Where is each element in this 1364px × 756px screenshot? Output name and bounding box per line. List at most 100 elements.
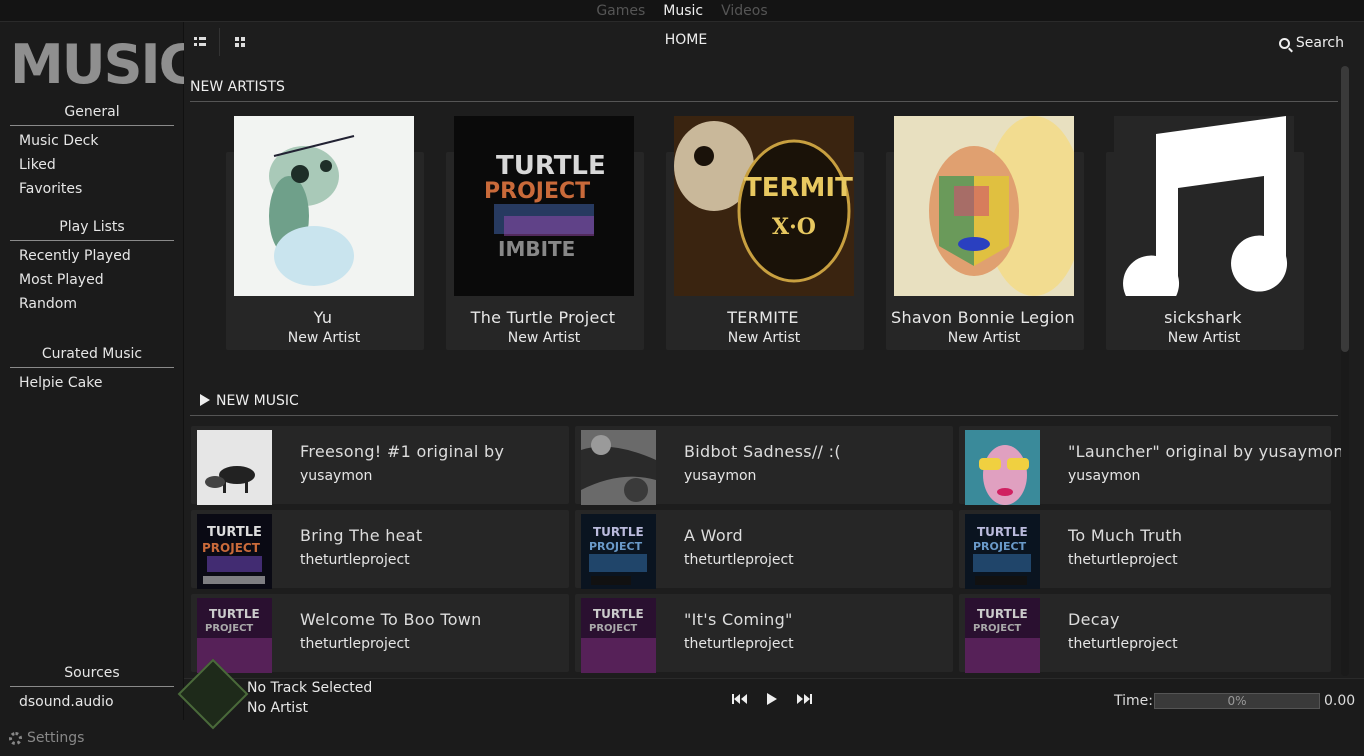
- svg-text:IMBITE: IMBITE: [498, 237, 575, 261]
- svg-text:TURTLE: TURTLE: [593, 607, 644, 621]
- progress-percent: 0%: [1227, 694, 1247, 708]
- svg-text:TURTLE: TURTLE: [977, 607, 1028, 621]
- artist-name[interactable]: TERMITE: [653, 308, 873, 327]
- track-artist: theturtleproject: [684, 552, 794, 568]
- artist-image-sickshark: [1114, 116, 1294, 296]
- artist-image-termite: TERMITE X·O: [674, 116, 854, 296]
- svg-text:TERMITE: TERMITE: [744, 173, 854, 203]
- track-title: A Word: [684, 526, 743, 545]
- tab-music[interactable]: Music: [663, 3, 703, 19]
- sidebar-item-helpie-cake[interactable]: Helpie Cake: [19, 375, 102, 391]
- track-artist: theturtleproject: [300, 552, 410, 568]
- progress-bar[interactable]: 0%: [1154, 693, 1320, 709]
- svg-text:PROJECT: PROJECT: [202, 541, 261, 555]
- track-artist: theturtleproject: [1068, 552, 1178, 568]
- tab-games[interactable]: Games: [596, 3, 645, 19]
- previous-track-icon[interactable]: [732, 693, 748, 705]
- svg-text:TURTLE: TURTLE: [593, 525, 644, 539]
- track-cover: TURTLE PROJECT: [965, 514, 1040, 589]
- sidebar-item-music-deck[interactable]: Music Deck: [19, 133, 98, 149]
- track-cover: TURTLE PROJECT: [581, 514, 656, 589]
- artist-image-yu: [234, 116, 414, 296]
- track-cover: TURTLE PROJECT: [581, 598, 656, 673]
- svg-text:PROJECT: PROJECT: [973, 623, 1021, 634]
- track-artist: theturtleproject: [684, 636, 794, 652]
- svg-text:TURTLE: TURTLE: [977, 525, 1028, 539]
- track-item[interactable]: TURTLE PROJECT To Much Truth theturtlepr…: [959, 510, 1331, 589]
- sidebar-item-liked[interactable]: Liked: [19, 157, 56, 173]
- settings-label: Settings: [27, 730, 85, 746]
- artist-subtitle: New Artist: [287, 330, 361, 346]
- main-scrollbar[interactable]: [1341, 66, 1349, 676]
- new-music-heading[interactable]: NEW MUSIC: [190, 393, 1338, 416]
- svg-text:X·O: X·O: [772, 214, 816, 240]
- time-value: 0.00: [1324, 693, 1356, 709]
- artist-image-shavon: [894, 116, 1074, 296]
- svg-text:PROJECT: PROJECT: [589, 623, 637, 634]
- track-item[interactable]: TURTLE PROJECT "It's Coming" theturtlepr…: [575, 594, 953, 673]
- track-item[interactable]: TURTLE PROJECT A Word theturtleproject: [575, 510, 953, 589]
- sidebar-item-most-played[interactable]: Most Played: [19, 272, 104, 288]
- now-playing-artist: No Artist: [247, 700, 308, 716]
- music-logo: MUSIC: [10, 33, 198, 96]
- sidebar-section-curated-music: Curated Music: [10, 346, 174, 368]
- play-button-icon[interactable]: [766, 693, 778, 705]
- artist-name[interactable]: Yu: [213, 308, 433, 327]
- sidebar-item-random[interactable]: Random: [19, 296, 77, 312]
- page-title: HOME: [664, 32, 708, 48]
- track-title: Welcome To Boo Town: [300, 610, 482, 629]
- play-icon: [200, 394, 210, 406]
- track-artist: yusaymon: [300, 468, 373, 484]
- svg-text:PROJECT: PROJECT: [205, 623, 253, 634]
- sidebar-item-dsound-audio[interactable]: dsound.audio: [19, 694, 114, 710]
- track-item[interactable]: Freesong! #1 original by yusaymon: [191, 426, 569, 505]
- track-cover: TURTLE PROJECT: [965, 598, 1040, 673]
- track-artist: yusaymon: [1068, 468, 1141, 484]
- artist-subtitle: New Artist: [947, 330, 1021, 346]
- artist-name[interactable]: Shavon Bonnie Legion: [873, 308, 1093, 327]
- track-artist: theturtleproject: [300, 636, 410, 652]
- track-title: Bring The heat: [300, 526, 423, 545]
- search-button[interactable]: Search: [1278, 35, 1344, 51]
- artist-subtitle: New Artist: [507, 330, 581, 346]
- track-item[interactable]: TURTLE PROJECT Decay theturtleproject: [959, 594, 1331, 673]
- track-item[interactable]: TURTLE PROJECT Welcome To Boo Town thetu…: [191, 594, 569, 673]
- artist-name[interactable]: The Turtle Project: [433, 308, 653, 327]
- artist-name[interactable]: sickshark: [1093, 308, 1313, 327]
- sidebar-section-play-lists: Play Lists: [10, 219, 174, 241]
- sidebar: MUSIC General Music Deck Liked Favorites…: [0, 22, 198, 720]
- track-cover: [197, 430, 272, 505]
- sidebar-section-general: General: [10, 104, 174, 126]
- track-title: "Launcher" original by yusaymon: [1068, 442, 1344, 461]
- new-artists-heading: NEW ARTISTS: [190, 79, 1338, 102]
- track-title: To Much Truth: [1068, 526, 1183, 545]
- track-title: Decay: [1068, 610, 1120, 629]
- sidebar-item-recently-played[interactable]: Recently Played: [19, 248, 131, 264]
- next-track-icon[interactable]: [796, 693, 812, 705]
- player-bar: No Track Selected No Artist Time: 0% 0.0…: [177, 658, 1364, 730]
- artist-subtitle: New Artist: [1167, 330, 1241, 346]
- main-content: HOME Search NEW ARTISTS TURTLE PROJECT I…: [184, 22, 1364, 678]
- search-icon: [1278, 37, 1290, 49]
- track-title: Freesong! #1 original by: [300, 442, 505, 461]
- search-label: Search: [1295, 35, 1344, 51]
- tab-videos[interactable]: Videos: [721, 3, 768, 19]
- sidebar-section-sources: Sources: [10, 665, 174, 687]
- time-label: Time:: [1114, 693, 1153, 709]
- track-title: Bidbot Sadness// :(: [684, 442, 841, 461]
- gear-icon: [9, 731, 22, 745]
- track-item[interactable]: TURTLE PROJECT Bring The heat theturtlep…: [191, 510, 569, 589]
- track-artist: yusaymon: [684, 468, 757, 484]
- svg-text:PROJECT: PROJECT: [589, 540, 643, 553]
- track-item[interactable]: Bidbot Sadness// :( yusaymon: [575, 426, 953, 505]
- artist-image-turtle-project: TURTLE PROJECT IMBITE: [454, 116, 634, 296]
- now-playing-title: No Track Selected: [247, 680, 373, 696]
- track-cover: [965, 430, 1040, 505]
- settings-button[interactable]: Settings: [0, 720, 184, 756]
- scrollbar-thumb[interactable]: [1341, 66, 1349, 352]
- track-cover: [581, 430, 656, 505]
- track-item[interactable]: "Launcher" original by yusaymon yusaymon: [959, 426, 1344, 505]
- sidebar-item-favorites[interactable]: Favorites: [19, 181, 82, 197]
- svg-text:TURTLE: TURTLE: [209, 607, 260, 621]
- new-music-title: NEW MUSIC: [216, 393, 299, 409]
